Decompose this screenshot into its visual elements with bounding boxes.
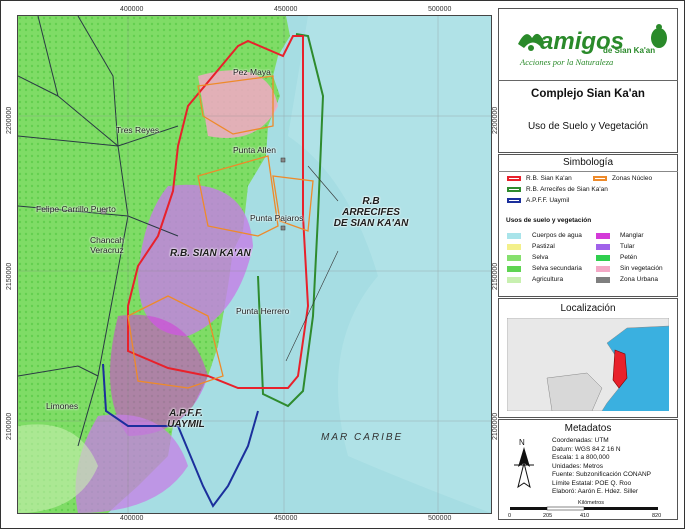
map-subtitle: Uso de Suelo y Vegetación: [527, 121, 649, 132]
label-apff-uaymil: A.P.F.F. UAYMIL: [167, 408, 205, 430]
scale-bar: [510, 506, 658, 511]
legend-swatch-apff-uaymil: [507, 198, 521, 203]
meta-line-fuente: Fuente: Subzonificación CONANP: [552, 471, 651, 478]
legend-label-tular: Tular: [620, 243, 635, 250]
landuse-subtitle: Usos de suelo y vegetación: [506, 217, 592, 224]
y-tick-left-2: 2150000: [6, 262, 13, 290]
label-mar-caribe: MAR CARIBE: [321, 432, 404, 443]
turtle-logo-icon: [651, 24, 667, 48]
scale-tick-0: 0: [508, 513, 512, 519]
y-tick-left-3: 2100000: [6, 412, 13, 440]
legend-label-manglar: Manglar: [620, 232, 644, 239]
legend-label-agricultura: Agricultura: [532, 276, 564, 283]
legend-swatch-selva: [507, 255, 521, 261]
y-tick-left-1: 2200000: [6, 106, 13, 134]
map-title: Complejo Sian Ka'an: [531, 88, 645, 100]
legend-label-cuerpos-agua: Cuerpos de agua: [532, 232, 582, 239]
place-limones[interactable]: Limones: [46, 401, 78, 411]
main-map[interactable]: Pez Maya Tres Reyes Punta Allen Felipe C…: [17, 15, 492, 514]
x-tick-bottom-1: 400000: [120, 515, 144, 522]
meta-line-coordenadas: Coordenadas: UTM: [552, 437, 609, 444]
meta-line-datum: Datum: WGS 84 Z 16 N: [552, 445, 621, 453]
x-tick-top-1: 400000: [120, 6, 144, 13]
label-rb-sian-kaan: R.B. SIAN KA'AN: [170, 248, 251, 259]
meta-line-unidades: Unidades: Metros: [552, 462, 603, 470]
place-punta-pajaros[interactable]: Punta Pajaros: [250, 213, 303, 223]
north-arrow-icon: N: [514, 438, 534, 489]
legend-label-rb-arrecifes: R.B. Arrecifes de Sian Ka'an: [526, 186, 608, 193]
legend-swatch-peten: [596, 255, 610, 261]
legend-swatch-manglar: [596, 233, 610, 239]
scale-tick-820: 820: [652, 513, 662, 519]
scale-tick-205: 205: [543, 513, 553, 519]
x-tick-top-2: 450000: [274, 6, 298, 13]
legend-label-selva: Selva: [532, 254, 549, 261]
label-rb-arrecifes: R.B ARRECIFES DE SIAN KA'AN: [333, 196, 409, 229]
legend-title: Simbología: [562, 157, 614, 168]
legend-label-sin-vegetacion: Sin vegetación: [620, 265, 663, 272]
meta-line-elaboro: Elaboró: Aarón E. Hdez. Siller: [552, 488, 638, 495]
metadata-lines: Coordenadas: UTM Datum: WGS 84 Z 16 N Es…: [552, 437, 651, 497]
place-felipe-carrillo-puerto[interactable]: Felipe Carrillo Puerto: [36, 204, 116, 214]
town-punta-pajaros-marker[interactable]: [280, 225, 286, 231]
map-canvas: [18, 16, 491, 513]
place-punta-allen[interactable]: Punta Allen: [233, 145, 276, 155]
legend-swatch-agricultura: [507, 277, 521, 283]
legend-swatch-rb-arrecifes: [507, 187, 521, 192]
legend-label-selva-secundaria: Selva secundaria: [532, 265, 582, 272]
legend-label-rb-sian-kaan: R.B. Sian Ka'an: [526, 175, 572, 182]
scale-tick-410: 410: [580, 513, 590, 519]
legend-swatch-zona-urbana: [596, 277, 610, 283]
meta-line-limite: Límite Estatal: POE Q. Roo: [552, 479, 632, 487]
x-tick-bottom-2: 450000: [274, 515, 298, 522]
brand-tagline: Acciones por la Naturaleza: [520, 57, 614, 67]
metadata-title: Metadatos: [564, 423, 612, 434]
legend-label-pastizal: Pastizal: [532, 243, 555, 250]
place-chancah-veracruz[interactable]: Chancah Veracruz: [90, 235, 124, 255]
legend-swatch-sin-vegetacion: [596, 266, 610, 272]
legend-swatch-rb-sian-kaan: [507, 176, 521, 181]
town-punta-allen-marker[interactable]: [280, 157, 286, 163]
legend-swatch-zonas-nucleo: [593, 176, 607, 181]
legend-swatch-pastizal: [507, 244, 521, 250]
place-pez-maya[interactable]: Pez Maya: [233, 67, 271, 77]
legend-label-zonas-nucleo: Zonas Núcleo: [612, 175, 653, 182]
legend-swatch-selva-secundaria: [507, 266, 521, 272]
north-label: N: [519, 438, 525, 447]
locator-title: Localización: [560, 303, 616, 314]
legend-swatch-tular: [596, 244, 610, 250]
x-tick-bottom-3: 500000: [428, 515, 452, 522]
legend-label-zona-urbana: Zona Urbana: [620, 276, 658, 283]
meta-line-escala: Escala: 1 a 800,000: [552, 454, 610, 461]
place-punta-herrero[interactable]: Punta Herrero: [236, 306, 289, 316]
legend-swatch-cuerpos-agua: [507, 233, 521, 239]
legend-label-peten: Petén: [620, 254, 637, 261]
legend-label-apff-uaymil: A.P.F.F. Uaymil: [526, 197, 570, 204]
locator-map[interactable]: [507, 318, 669, 411]
place-tres-reyes[interactable]: Tres Reyes: [116, 125, 159, 135]
x-tick-top-3: 500000: [428, 6, 452, 13]
